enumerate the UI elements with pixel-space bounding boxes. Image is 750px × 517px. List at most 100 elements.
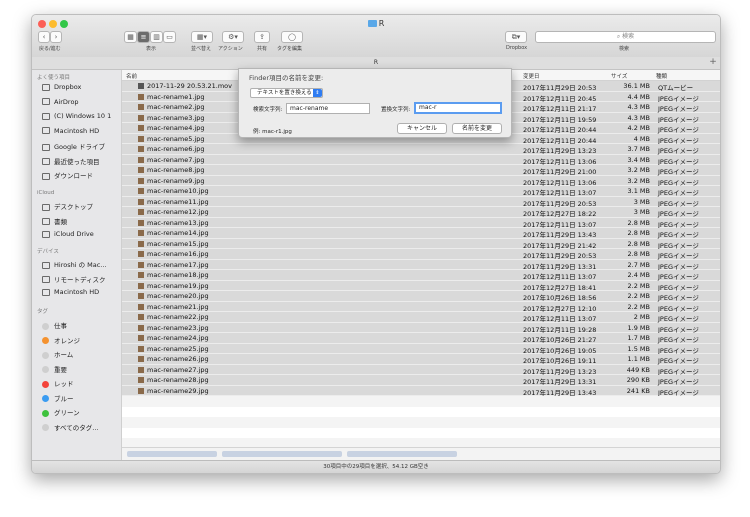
sidebar-tag[interactable]: すべてのタグ... xyxy=(42,422,120,432)
table-row[interactable]: mac-rename9.jpg 2017年12月11日 13:06 3.2 MB JP… xyxy=(122,175,720,187)
find-input[interactable]: mac-rename xyxy=(286,103,370,114)
view-label: 表示 xyxy=(146,46,157,52)
column-view-button[interactable]: ▥ xyxy=(150,31,163,43)
sidebar-tag-label: ホーム xyxy=(54,351,74,359)
tab-title[interactable]: R xyxy=(374,59,378,66)
updown-icon: ⇕ xyxy=(313,89,322,97)
sidebar-tag[interactable]: グリーン xyxy=(42,407,120,417)
file-size: 2.7 MB xyxy=(627,260,650,269)
table-row[interactable]: mac-rename10.jpg 2017年12月11日 13:07 3.1 MB J… xyxy=(122,186,720,197)
file-size: 2.8 MB xyxy=(627,229,650,237)
column-kind[interactable]: 種類 xyxy=(656,72,667,80)
sidebar-tag[interactable]: ブルー xyxy=(42,393,120,403)
table-row[interactable]: mac-rename26.jpg 2017年10月26日 19:11 1.1 MB J… xyxy=(122,354,720,365)
sidebar-item[interactable]: iCloud Drive xyxy=(42,230,120,240)
table-row[interactable]: mac-rename8.jpg 2017年11月29日 21:00 3.2 MB JP… xyxy=(122,165,720,176)
sidebar-header-devices: デバイス xyxy=(37,249,59,255)
table-row[interactable]: mac-rename20.jpg 2017年10月26日 18:56 2.2 MB J… xyxy=(122,291,720,302)
image-thumbnail-icon xyxy=(138,93,144,100)
table-row[interactable]: mac-rename18.jpg 2017年12月11日 13:07 2.4 MB J… xyxy=(122,270,720,281)
table-row[interactable]: mac-rename12.jpg 2017年12月27日 18:22 3 MB JPE… xyxy=(122,207,720,218)
sidebar-tag[interactable]: 仕事 xyxy=(42,320,120,330)
sidebar-item[interactable]: デスクトップ xyxy=(42,201,120,211)
action-gear-icon[interactable]: ⚙▾ xyxy=(222,31,244,43)
table-row[interactable]: mac-rename14.jpg 2017年11月29日 13:43 2.8 MB J… xyxy=(122,228,720,239)
table-row[interactable]: mac-rename7.jpg 2017年12月11日 13:06 3.4 MB JP… xyxy=(122,154,720,166)
search-input[interactable]: ⌕ 検索 xyxy=(535,31,716,43)
sidebar-tag-label: 重要 xyxy=(54,365,67,374)
forward-button[interactable]: › xyxy=(50,31,62,43)
file-date: 2017年12月27日 12:10 xyxy=(523,304,597,313)
sidebar-tag[interactable]: 重要 xyxy=(42,364,120,374)
file-name: mac-rename3.jpg xyxy=(147,113,205,122)
table-row[interactable]: mac-rename23.jpg 2017年12月11日 19:28 1.9 MB J… xyxy=(122,322,720,334)
file-date: 2017年12月27日 18:22 xyxy=(523,210,597,218)
back-button[interactable]: ‹ xyxy=(38,31,50,43)
table-row[interactable]: mac-rename29.jpg 2017年11月29日 13:43 241 KB J… xyxy=(122,385,720,397)
sidebar-tag[interactable]: レッド xyxy=(42,378,120,388)
sidebar-item[interactable]: 最近使った項目 xyxy=(42,156,120,166)
file-date: 2017年11月29日 20:53 xyxy=(523,84,597,92)
window-title: R xyxy=(32,19,720,28)
cancel-button[interactable]: キャンセル xyxy=(397,123,447,134)
table-row[interactable]: mac-rename28.jpg 2017年11月29日 13:31 290 KB J… xyxy=(122,375,720,386)
file-size: 2.2 MB xyxy=(627,281,650,290)
table-row[interactable]: mac-rename16.jpg 2017年11月29日 20:53 2.8 MB J… xyxy=(122,249,720,260)
sidebar-item[interactable]: Dropbox xyxy=(42,83,120,93)
tags-label: タグを編集 xyxy=(277,46,303,52)
table-row[interactable]: mac-rename11.jpg 2017年11月29日 20:53 3 MB JPE… xyxy=(122,196,720,208)
column-name[interactable]: 名前 xyxy=(126,72,137,80)
sidebar-item[interactable]: Macintosh HD xyxy=(42,288,120,298)
table-row[interactable]: mac-rename25.jpg 2017年10月26日 19:05 1.5 MB J… xyxy=(122,343,720,355)
sidebar-item[interactable]: ダウンロード xyxy=(42,170,120,180)
table-row[interactable]: mac-rename13.jpg 2017年12月11日 13:07 2.8 MB J… xyxy=(122,217,720,229)
sidebar-tag[interactable]: オレンジ xyxy=(42,335,120,345)
image-thumbnail-icon xyxy=(138,156,144,163)
new-tab-plus-icon[interactable]: + xyxy=(708,58,718,68)
replace-input[interactable]: mac-r xyxy=(414,102,502,114)
gallery-view-button[interactable]: ▭ xyxy=(163,31,176,43)
file-name: mac-rename20.jpg xyxy=(147,292,209,300)
table-row[interactable]: mac-rename27.jpg 2017年11月29日 13:23 449 KB J… xyxy=(122,364,720,376)
dropbox-icon[interactable]: ⧉▾ xyxy=(505,31,527,43)
file-kind: JPEGイメージ xyxy=(658,367,699,376)
table-row[interactable]: mac-rename21.jpg 2017年12月27日 12:10 2.2 MB J… xyxy=(122,301,720,313)
icon-view-button[interactable]: ▦ xyxy=(124,31,137,43)
find-label: 検索文字列: xyxy=(253,107,283,113)
file-kind: JPEGイメージ xyxy=(658,357,699,365)
sidebar-item[interactable]: Google ドライブ xyxy=(42,141,120,151)
sidebar-item[interactable]: 書類 xyxy=(42,216,120,226)
sidebar-item[interactable]: Macintosh HD xyxy=(42,127,120,137)
list-view-button[interactable]: ≡ xyxy=(137,31,150,43)
table-row[interactable]: mac-rename15.jpg 2017年11月29日 21:42 2.8 MB J… xyxy=(122,238,720,250)
file-size: 4 MB xyxy=(633,134,650,143)
sidebar-item[interactable]: AirDrop xyxy=(42,98,120,108)
image-thumbnail-icon xyxy=(138,135,144,142)
sidebar-item-label: Dropbox xyxy=(54,83,82,91)
sidebar-item[interactable]: Hiroshi の Mac... xyxy=(42,259,120,269)
titlebar: R ‹ › 戻る/進む ▦ ≡ ▥ ▭ 表示 ▦▾ 並べ替え ⚙▾ アクション … xyxy=(32,15,720,58)
tag-icon[interactable]: ◯ xyxy=(281,31,303,43)
file-date: 2017年11月29日 21:42 xyxy=(523,241,597,250)
image-thumbnail-icon xyxy=(138,324,144,331)
rename-mode-select[interactable]: テキストを置き換える ⇕ xyxy=(250,88,323,98)
table-row[interactable]: mac-rename6.jpg 2017年11月29日 13:23 3.7 MB JP… xyxy=(122,144,720,155)
sidebar-tag-label: ブルー xyxy=(54,394,74,403)
file-name: 2017-11-29 20.53.21.mov xyxy=(147,82,233,90)
table-row[interactable]: mac-rename19.jpg 2017年12月27日 18:41 2.2 MB J… xyxy=(122,280,720,292)
column-size[interactable]: サイズ xyxy=(611,72,627,80)
column-date[interactable]: 変更日 xyxy=(523,72,540,80)
table-row[interactable]: mac-rename17.jpg 2017年11月29日 13:31 2.7 MB J… xyxy=(122,259,720,271)
sidebar-item[interactable]: (C) Windows 10 1 xyxy=(42,112,120,122)
share-icon[interactable]: ⇪ xyxy=(254,31,270,43)
table-row[interactable]: mac-rename22.jpg 2017年12月11日 13:07 2 MB JPE… xyxy=(122,312,720,323)
file-name: mac-rename24.jpg xyxy=(147,334,209,342)
arrange-button[interactable]: ▦▾ xyxy=(191,31,213,43)
file-size: 1.5 MB xyxy=(627,344,650,353)
file-date: 2017年12月11日 21:17 xyxy=(523,105,597,113)
table-row[interactable]: mac-rename24.jpg 2017年10月26日 21:27 1.7 MB J… xyxy=(122,333,720,344)
sidebar-item[interactable]: リモートディスク xyxy=(42,274,120,284)
sidebar-tag[interactable]: ホーム xyxy=(42,349,120,359)
rename-button[interactable]: 名前を変更 xyxy=(452,123,502,134)
sidebar-tag-label: 仕事 xyxy=(54,322,67,330)
